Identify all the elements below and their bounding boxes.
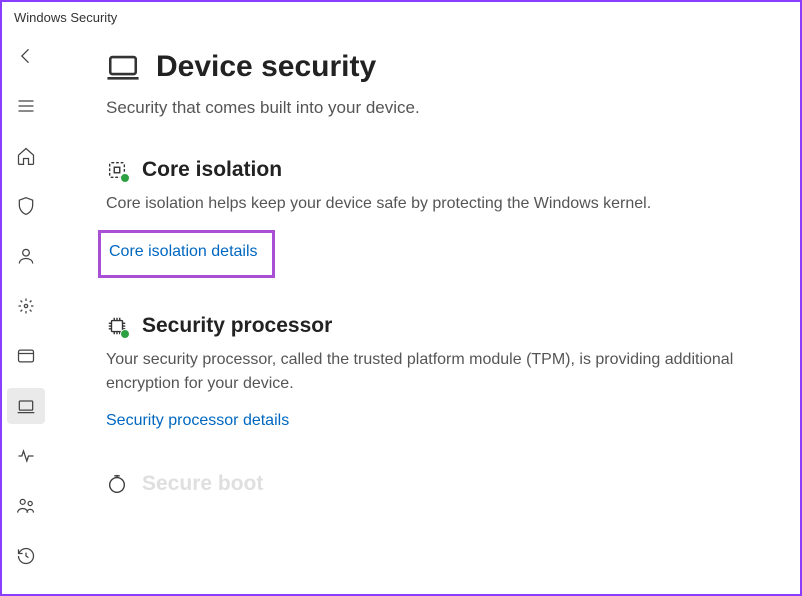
history-icon (16, 546, 36, 566)
back-button[interactable] (7, 38, 45, 74)
account-icon (16, 246, 36, 266)
security-processor-desc: Your security processor, called the trus… (106, 348, 760, 396)
core-isolation-title: Core isolation (142, 158, 282, 182)
sidebar-item-device-security[interactable] (7, 388, 45, 424)
shield-icon (16, 196, 36, 216)
status-ok-icon (120, 329, 130, 339)
sidebar-item-firewall[interactable] (7, 288, 45, 324)
sidebar-item-device-performance[interactable] (7, 438, 45, 474)
laptop-icon (16, 396, 36, 416)
core-isolation-icon (106, 159, 128, 181)
secure-boot-icon (106, 473, 128, 495)
sidebar-item-virus[interactable] (7, 188, 45, 224)
sidebar-item-app-browser[interactable] (7, 338, 45, 374)
heartbeat-icon (16, 446, 36, 466)
security-processor-details-link[interactable]: Security processor details (106, 406, 289, 436)
secure-boot-title: Secure boot (142, 472, 263, 496)
highlight-annotation: Core isolation details (98, 230, 275, 278)
security-processor-icon (106, 315, 128, 337)
security-processor-section: Security processor Your security process… (106, 314, 760, 436)
sidebar-item-history[interactable] (7, 538, 45, 574)
core-isolation-section: Core isolation Core isolation helps keep… (106, 158, 760, 278)
hamburger-icon (16, 96, 36, 116)
status-ok-icon (120, 173, 130, 183)
sidebar-item-home[interactable] (7, 138, 45, 174)
device-security-page-icon (106, 50, 140, 84)
family-icon (16, 496, 36, 516)
security-processor-title: Security processor (142, 314, 332, 338)
page-header: Device security (106, 50, 760, 84)
menu-button[interactable] (7, 88, 45, 124)
window-titlebar: Windows Security (2, 2, 800, 32)
firewall-icon (16, 296, 36, 316)
core-isolation-details-link[interactable]: Core isolation details (109, 237, 258, 267)
main-content: Device security Security that comes buil… (50, 32, 800, 594)
sidebar (2, 32, 50, 594)
page-title: Device security (156, 50, 376, 84)
back-arrow-icon (16, 46, 36, 66)
secure-boot-section-partial: Secure boot (106, 472, 760, 496)
sidebar-item-family[interactable] (7, 488, 45, 524)
page-subtitle: Security that comes built into your devi… (106, 98, 760, 118)
sidebar-item-account[interactable] (7, 238, 45, 274)
home-icon (16, 146, 36, 166)
window-title: Windows Security (14, 10, 117, 25)
core-isolation-desc: Core isolation helps keep your device sa… (106, 192, 760, 216)
app-browser-icon (16, 346, 36, 366)
